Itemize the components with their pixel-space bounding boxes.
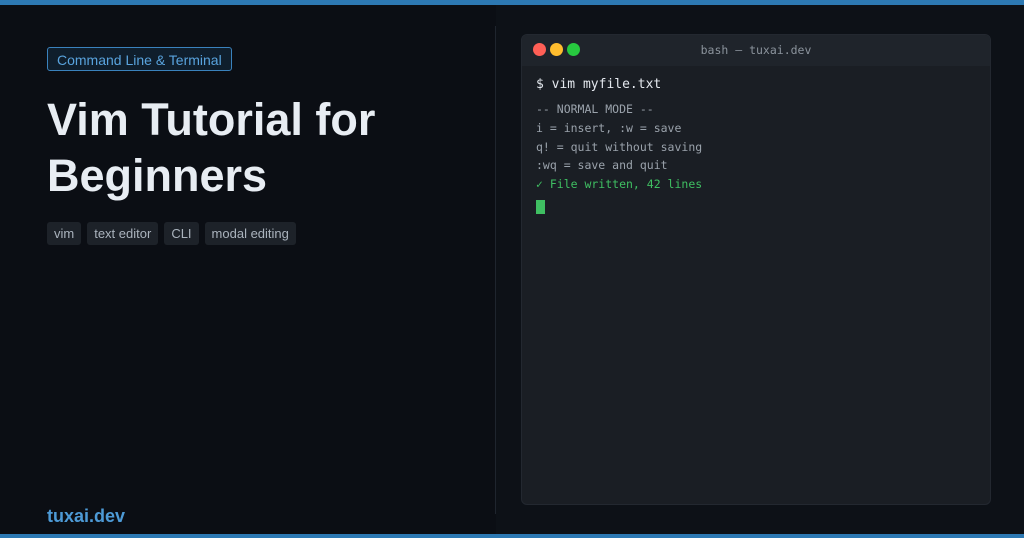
terminal-output-line: i = insert, :w = save bbox=[536, 120, 682, 135]
bottom-accent-bar bbox=[0, 534, 1024, 538]
tag-modal-editing[interactable]: modal editing bbox=[204, 222, 296, 245]
terminal-cursor bbox=[536, 199, 545, 214]
terminal-output-line: q! = quit without saving bbox=[536, 139, 703, 154]
terminal-prompt-line: $ vim myfile.txt bbox=[536, 77, 662, 92]
site-name[interactable]: tuxai.dev bbox=[47, 505, 125, 527]
tag-list: vim text editor CLI modal editing bbox=[47, 222, 296, 245]
panel-divider bbox=[495, 26, 496, 514]
terminal-title: bash — tuxai.dev bbox=[700, 43, 812, 57]
page-title: Vim Tutorial for Beginners bbox=[47, 94, 376, 201]
terminal-output-line: -- NORMAL MODE -- bbox=[536, 102, 654, 116]
tag-cli[interactable]: CLI bbox=[164, 222, 199, 245]
terminal-window: bash — tuxai.dev $ vim myfile.txt -- NOR… bbox=[521, 34, 991, 505]
tag-text-editor[interactable]: text editor bbox=[87, 222, 159, 245]
terminal-success-line: ✓ File written, 42 lines bbox=[536, 177, 703, 192]
terminal-body: $ vim myfile.txt -- NORMAL MODE -- i = i… bbox=[536, 75, 702, 214]
terminal-titlebar: bash — tuxai.dev bbox=[522, 35, 990, 66]
page: Command Line & Terminal Vim Tutorial for… bbox=[0, 0, 1024, 538]
terminal-output-line: :wq = save and quit bbox=[536, 158, 668, 173]
tag-vim[interactable]: vim bbox=[47, 222, 82, 245]
category-badge[interactable]: Command Line & Terminal bbox=[47, 47, 232, 71]
